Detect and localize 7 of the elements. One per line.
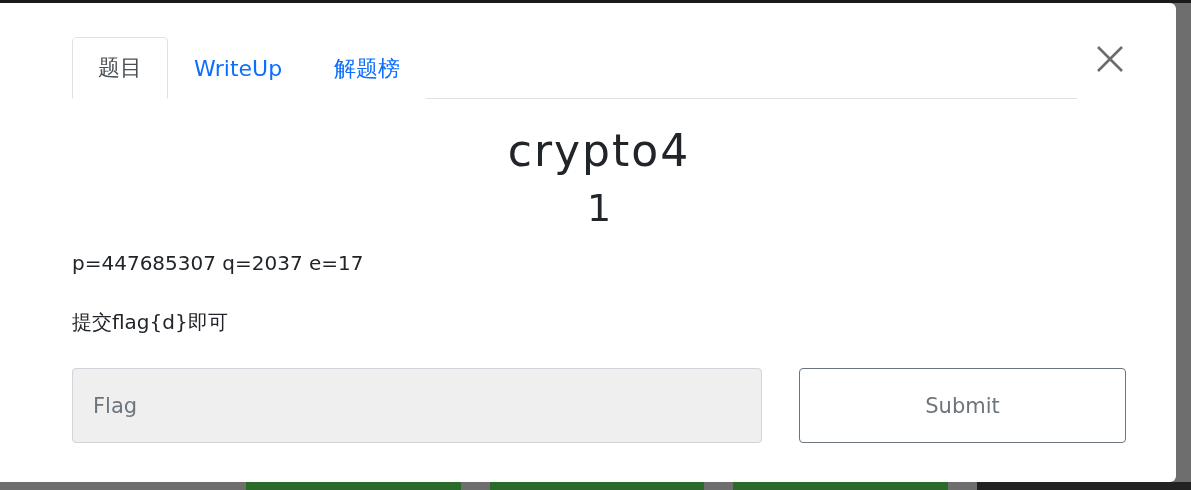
challenge-description: p=447685307 q=2037 e=17 (72, 251, 365, 275)
flag-input[interactable]: Flag (72, 368, 762, 443)
submit-button[interactable]: Submit (799, 368, 1126, 443)
tab[interactable]: 题目 (72, 37, 168, 99)
challenge-hint: 提交flag{d}即可 (72, 309, 229, 336)
challenge-score: 1 (585, 185, 613, 231)
challenge-title: crypto4 (506, 125, 692, 177)
